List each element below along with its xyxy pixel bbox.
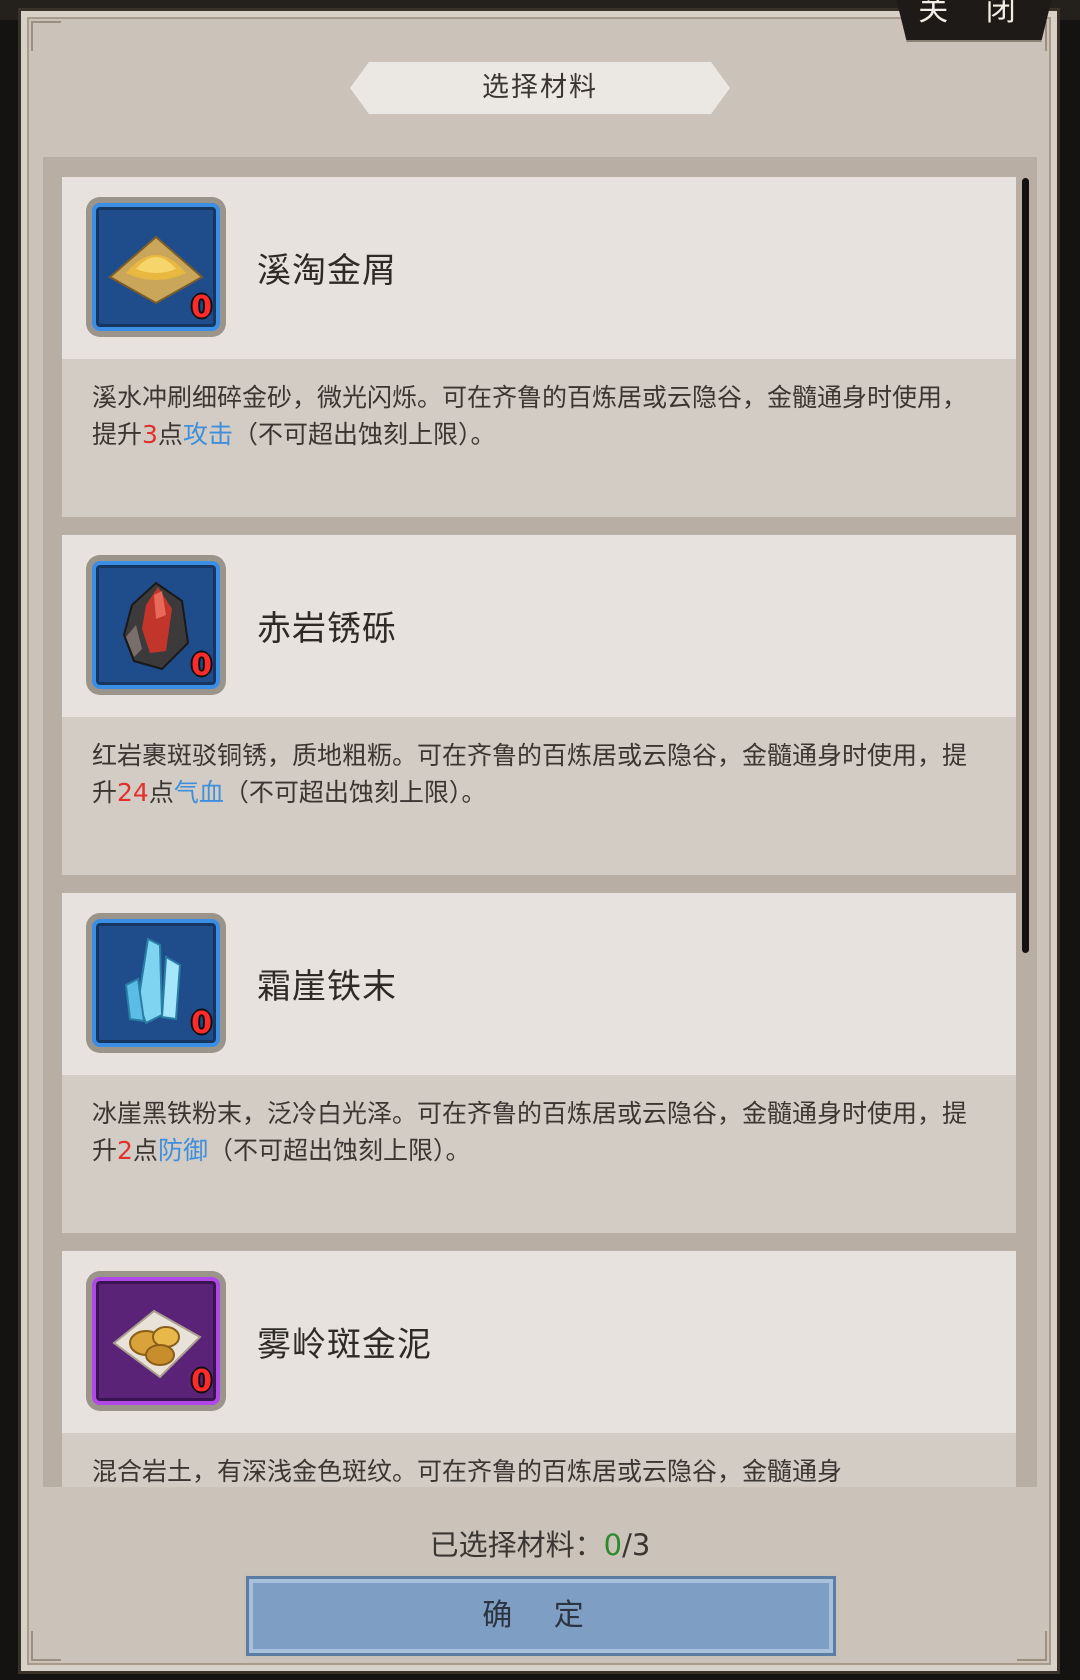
description-suffix: （不可超出蚀刻上限）。 <box>232 420 496 449</box>
description-suffix: （不可超出蚀刻上限）。 <box>223 778 487 807</box>
material-card[interactable]: 0 霜崖铁末 冰崖黑铁粉末，泛冷白光泽。可在齐鲁的百炼居或云隐谷，金髓通身时使用… <box>62 893 1016 1233</box>
item-count: 0 <box>191 1364 212 1399</box>
description-text: 混合岩土，有深浅金色斑纹。可在齐鲁的百炼居或云隐谷，金髓通身 <box>92 1457 843 1486</box>
material-name: 赤岩锈砾 <box>257 609 397 649</box>
material-icon-frame[interactable]: 0 <box>86 1271 226 1411</box>
material-card[interactable]: 0 赤岩锈砾 红岩裹斑驳铜锈，质地粗粝。可在齐鲁的百炼居或云隐谷，金髓通身时使用… <box>62 535 1016 875</box>
material-name: 雾岭斑金泥 <box>257 1325 432 1365</box>
material-icon-slot: 0 <box>92 561 220 689</box>
item-count: 0 <box>191 1006 212 1041</box>
stat-name: 防御 <box>157 1136 208 1165</box>
material-description: 冰崖黑铁粉末，泛冷白光泽。可在齐鲁的百炼居或云隐谷，金髓通身时使用，提升2点防御… <box>62 1075 1016 1233</box>
material-name: 溪淘金屑 <box>257 251 397 291</box>
material-card-header[interactable]: 0 赤岩锈砾 <box>62 535 1016 717</box>
material-card-header[interactable]: 0 溪淘金屑 <box>62 177 1016 359</box>
stat-amount: 24 <box>117 778 149 807</box>
material-card[interactable]: 0 雾岭斑金泥 混合岩土，有深浅金色斑纹。可在齐鲁的百炼居或云隐谷，金髓通身 <box>62 1251 1016 1487</box>
material-icon-frame[interactable]: 0 <box>86 555 226 695</box>
selected-max: /3 <box>622 1528 651 1562</box>
material-icon-slot: 0 <box>92 1277 220 1405</box>
material-name: 霜崖铁末 <box>257 967 397 1007</box>
material-card-header[interactable]: 0 霜崖铁末 <box>62 893 1016 1075</box>
item-count: 0 <box>191 290 212 325</box>
stat-unit: 点 <box>148 778 174 807</box>
material-card[interactable]: 0 溪淘金屑 溪水冲刷细碎金砂，微光闪烁。可在齐鲁的百炼居或云隐谷，金髓通身时使… <box>62 177 1016 517</box>
stat-name: 气血 <box>173 778 224 807</box>
selected-material-counter: 已选择材料：0/3 <box>0 1522 1080 1564</box>
material-description: 混合岩土，有深浅金色斑纹。可在齐鲁的百炼居或云隐谷，金髓通身 <box>62 1433 1016 1487</box>
material-card-header[interactable]: 0 雾岭斑金泥 <box>62 1251 1016 1433</box>
material-description: 溪水冲刷细碎金砂，微光闪烁。可在齐鲁的百炼居或云隐谷，金髓通身时使用，提升3点攻… <box>62 359 1016 517</box>
material-icon-frame[interactable]: 0 <box>86 913 226 1053</box>
stat-amount: 3 <box>142 420 158 449</box>
item-count: 0 <box>191 648 212 683</box>
confirm-button[interactable]: 确 定 <box>246 1576 836 1656</box>
panel-title: 选择材料 <box>350 62 730 114</box>
stat-name: 攻击 <box>182 420 233 449</box>
material-icon-slot: 0 <box>92 919 220 1047</box>
material-description: 红岩裹斑驳铜锈，质地粗粝。可在齐鲁的百炼居或云隐谷，金髓通身时使用，提升24点气… <box>62 717 1016 875</box>
panel-corner-ornament <box>31 1631 61 1661</box>
description-suffix: （不可超出蚀刻上限）。 <box>207 1136 471 1165</box>
list-scrollbar[interactable] <box>1022 178 1029 953</box>
close-button[interactable]: 关 闭 <box>894 0 1054 42</box>
stat-unit: 点 <box>132 1136 158 1165</box>
material-list[interactable]: 0 溪淘金屑 溪水冲刷细碎金砂，微光闪烁。可在齐鲁的百炼居或云隐谷，金髓通身时使… <box>43 157 1037 1487</box>
stat-unit: 点 <box>157 420 183 449</box>
material-icon-frame[interactable]: 0 <box>86 197 226 337</box>
selected-label: 已选择材料： <box>429 1528 604 1562</box>
stat-amount: 2 <box>117 1136 133 1165</box>
material-icon-slot: 0 <box>92 203 220 331</box>
panel-corner-ornament <box>31 21 61 51</box>
panel-corner-ornament <box>1017 1631 1047 1661</box>
selected-current: 0 <box>603 1528 623 1562</box>
